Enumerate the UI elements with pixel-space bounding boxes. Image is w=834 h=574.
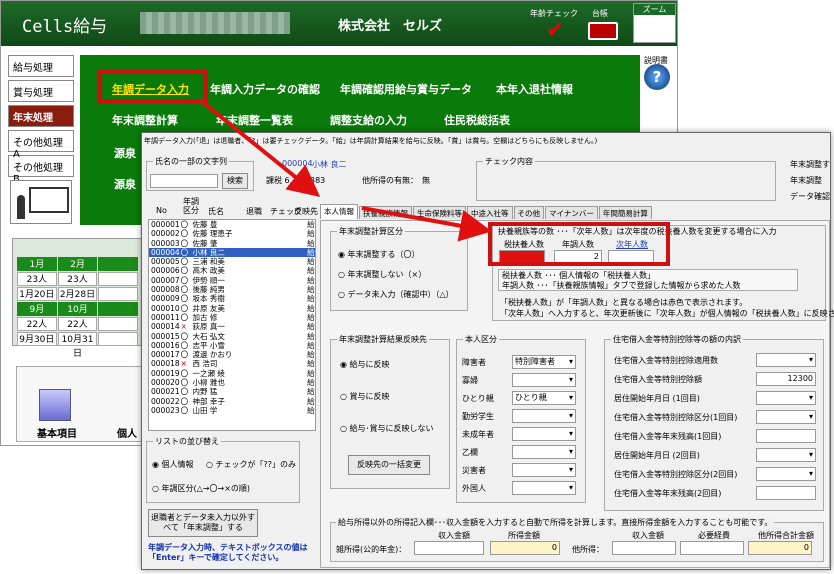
annotation-arrows bbox=[198, 98, 492, 242]
arrow-2 bbox=[361, 206, 492, 242]
arrow-1 bbox=[198, 98, 321, 198]
